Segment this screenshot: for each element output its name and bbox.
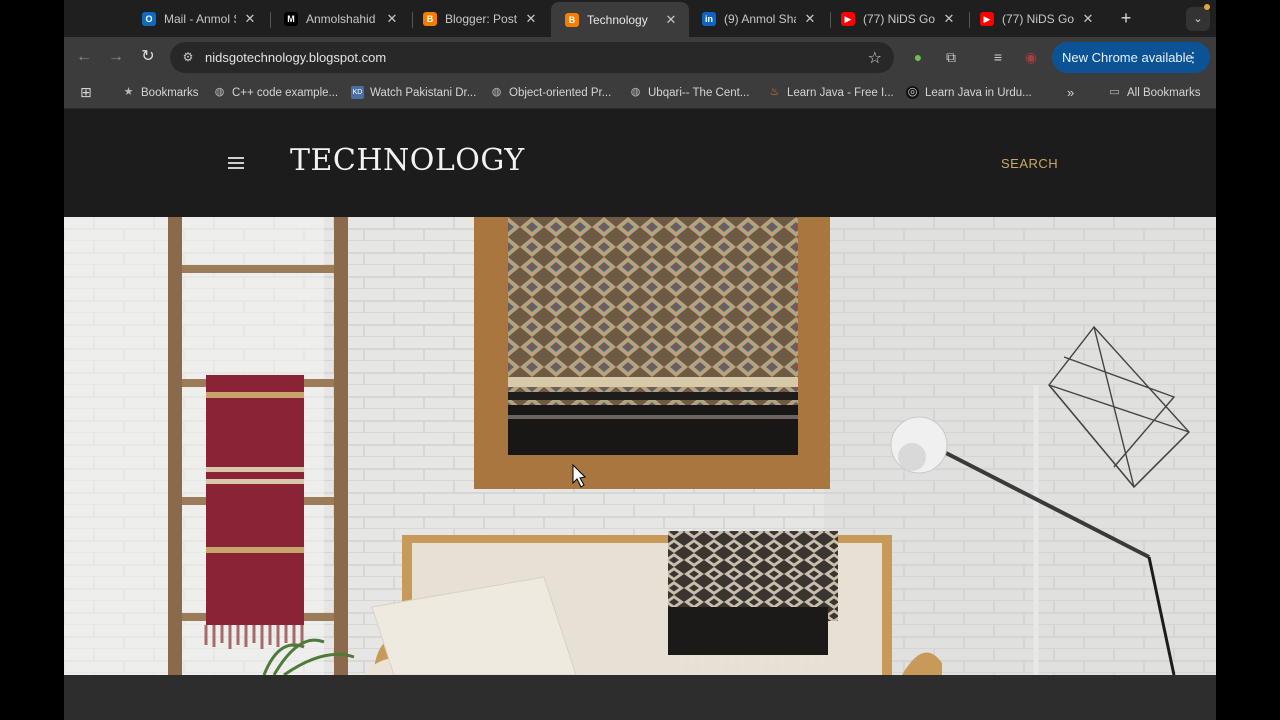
close-icon[interactable]: ✕ — [663, 12, 679, 28]
tab-medium[interactable]: M Anmolshahid – ✕ — [270, 4, 410, 34]
folder-icon: ▭ — [1109, 86, 1120, 98]
extensions-icon[interactable]: ⧉ — [942, 48, 960, 66]
tab-title: Anmolshahid – — [306, 12, 378, 26]
outlook-icon: O — [142, 12, 156, 26]
all-bookmarks-label: All Bookmarks — [1127, 86, 1201, 99]
java-icon: ♨ — [769, 86, 780, 98]
linkedin-icon: in — [702, 12, 716, 26]
tab-technology[interactable]: B Technology ✕ — [551, 2, 689, 37]
star-icon: ★ — [123, 86, 134, 98]
circle-icon: ◎ — [906, 86, 919, 99]
close-icon[interactable]: ✕ — [1080, 11, 1096, 27]
address-bar[interactable]: ⚙ nidsgotechnology.blogspot.com ☆ — [170, 42, 894, 73]
close-icon[interactable]: ✕ — [941, 11, 957, 27]
bookmarks-overflow-icon[interactable]: » — [1067, 85, 1074, 100]
bookmark-item[interactable]: ◍ C++ code example... — [213, 86, 338, 99]
tab-title: (77) NiDS Go – — [863, 12, 935, 26]
bookmark-item[interactable]: ◍ Ubqari-- The Cent... — [629, 86, 750, 99]
all-bookmarks[interactable]: ▭ All Bookmarks — [1108, 86, 1201, 99]
bookmark-label: Object-oriented Pr... — [509, 86, 612, 99]
close-icon[interactable]: ✕ — [523, 11, 539, 27]
hero-image — [64, 217, 1216, 675]
blogger-icon: B — [423, 12, 437, 26]
media-controls-icon[interactable]: ≡ — [989, 48, 1007, 66]
blog-title[interactable]: TECHNOLOGY — [290, 143, 525, 178]
chrome-update-button[interactable]: New Chrome available ⋮ — [1052, 42, 1210, 73]
new-tab-button[interactable]: + — [1116, 8, 1136, 28]
toolbar: ← → ↻ ⚙ nidsgotechnology.blogspot.com ☆ … — [64, 37, 1216, 78]
globe-icon: ◍ — [214, 86, 225, 98]
bookmark-label: Ubqari-- The Cent... — [648, 86, 750, 99]
blogger-icon: B — [565, 12, 579, 27]
tab-mail[interactable]: O Mail - Anmol Sh ✕ — [128, 4, 268, 34]
back-button[interactable]: ← — [74, 47, 94, 67]
close-icon[interactable]: ✕ — [384, 11, 400, 27]
menu-icon[interactable]: ⋮ — [1186, 49, 1200, 66]
location-extension-icon[interactable]: ● — [909, 48, 927, 66]
content-area — [64, 675, 1216, 720]
bookmark-item[interactable]: ♨ Learn Java - Free I... — [768, 86, 894, 99]
close-icon[interactable]: ✕ — [242, 11, 258, 27]
reload-button[interactable]: ↻ — [138, 47, 158, 67]
bookmark-label: C++ code example... — [232, 86, 339, 99]
youtube-icon: ▶ — [980, 12, 994, 26]
site-info-icon[interactable]: ⚙ — [180, 50, 196, 66]
site-header: TECHNOLOGY SEARCH — [64, 109, 1216, 217]
bookmark-item[interactable]: ◎ Learn Java in Urdu... — [906, 86, 1032, 99]
tab-youtube-1[interactable]: ▶ (77) NiDS Go – ✕ — [827, 4, 967, 34]
bookmark-label: Learn Java - Free I... — [787, 86, 894, 99]
bookmark-star-icon[interactable]: ☆ — [868, 48, 882, 68]
url-text[interactable]: nidsgotechnology.blogspot.com — [205, 50, 386, 65]
tab-strip: O Mail - Anmol Sh ✕ M Anmolshahid – ✕ B … — [64, 0, 1216, 37]
bookmark-item[interactable]: ★ Bookmarks — [122, 86, 199, 99]
menu-icon[interactable] — [228, 157, 244, 169]
bookmark-label: Bookmarks — [141, 86, 199, 99]
update-label: New Chrome available — [1062, 50, 1193, 65]
tab-title: Blogger: Posts — [445, 12, 517, 26]
medium-icon: M — [284, 12, 298, 26]
tab-title: (9) Anmol Shah — [724, 12, 796, 26]
bookmarks-bar: ⊞ ★ Bookmarks ◍ C++ code example... KD W… — [64, 78, 1216, 109]
browser-window: O Mail - Anmol Sh ✕ M Anmolshahid – ✕ B … — [64, 0, 1216, 720]
globe-icon: ◍ — [491, 86, 502, 98]
bookmark-item[interactable]: ◍ Object-oriented Pr... — [490, 86, 612, 99]
apps-icon[interactable]: ⊞ — [80, 84, 92, 101]
page-content: TECHNOLOGY SEARCH — [64, 109, 1216, 720]
tab-title: Technology — [587, 12, 648, 27]
forward-button[interactable]: → — [106, 47, 126, 67]
notification-dot — [1204, 4, 1210, 10]
globe-icon: ◍ — [630, 86, 641, 98]
kd-icon: KD — [351, 86, 364, 99]
tab-linkedin[interactable]: in (9) Anmol Shah ✕ — [688, 4, 828, 34]
tab-title: Mail - Anmol Sh — [164, 12, 236, 26]
tab-youtube-2[interactable]: ▶ (77) NiDS Go – ✕ — [966, 4, 1106, 34]
tab-blogger-posts[interactable]: B Blogger: Posts ✕ — [409, 4, 549, 34]
profile-avatar[interactable]: ◉ — [1022, 48, 1040, 66]
search-link[interactable]: SEARCH — [1001, 156, 1058, 171]
bookmark-item[interactable]: KD Watch Pakistani Dr... — [351, 86, 476, 99]
tab-search-button[interactable]: ⌄ — [1186, 7, 1210, 31]
youtube-icon: ▶ — [841, 12, 855, 26]
close-icon[interactable]: ✕ — [802, 11, 818, 27]
tab-title: (77) NiDS Go – — [1002, 12, 1074, 26]
hero-illustration — [64, 217, 1216, 675]
bookmark-label: Learn Java in Urdu... — [925, 86, 1032, 99]
bookmark-label: Watch Pakistani Dr... — [370, 86, 477, 99]
